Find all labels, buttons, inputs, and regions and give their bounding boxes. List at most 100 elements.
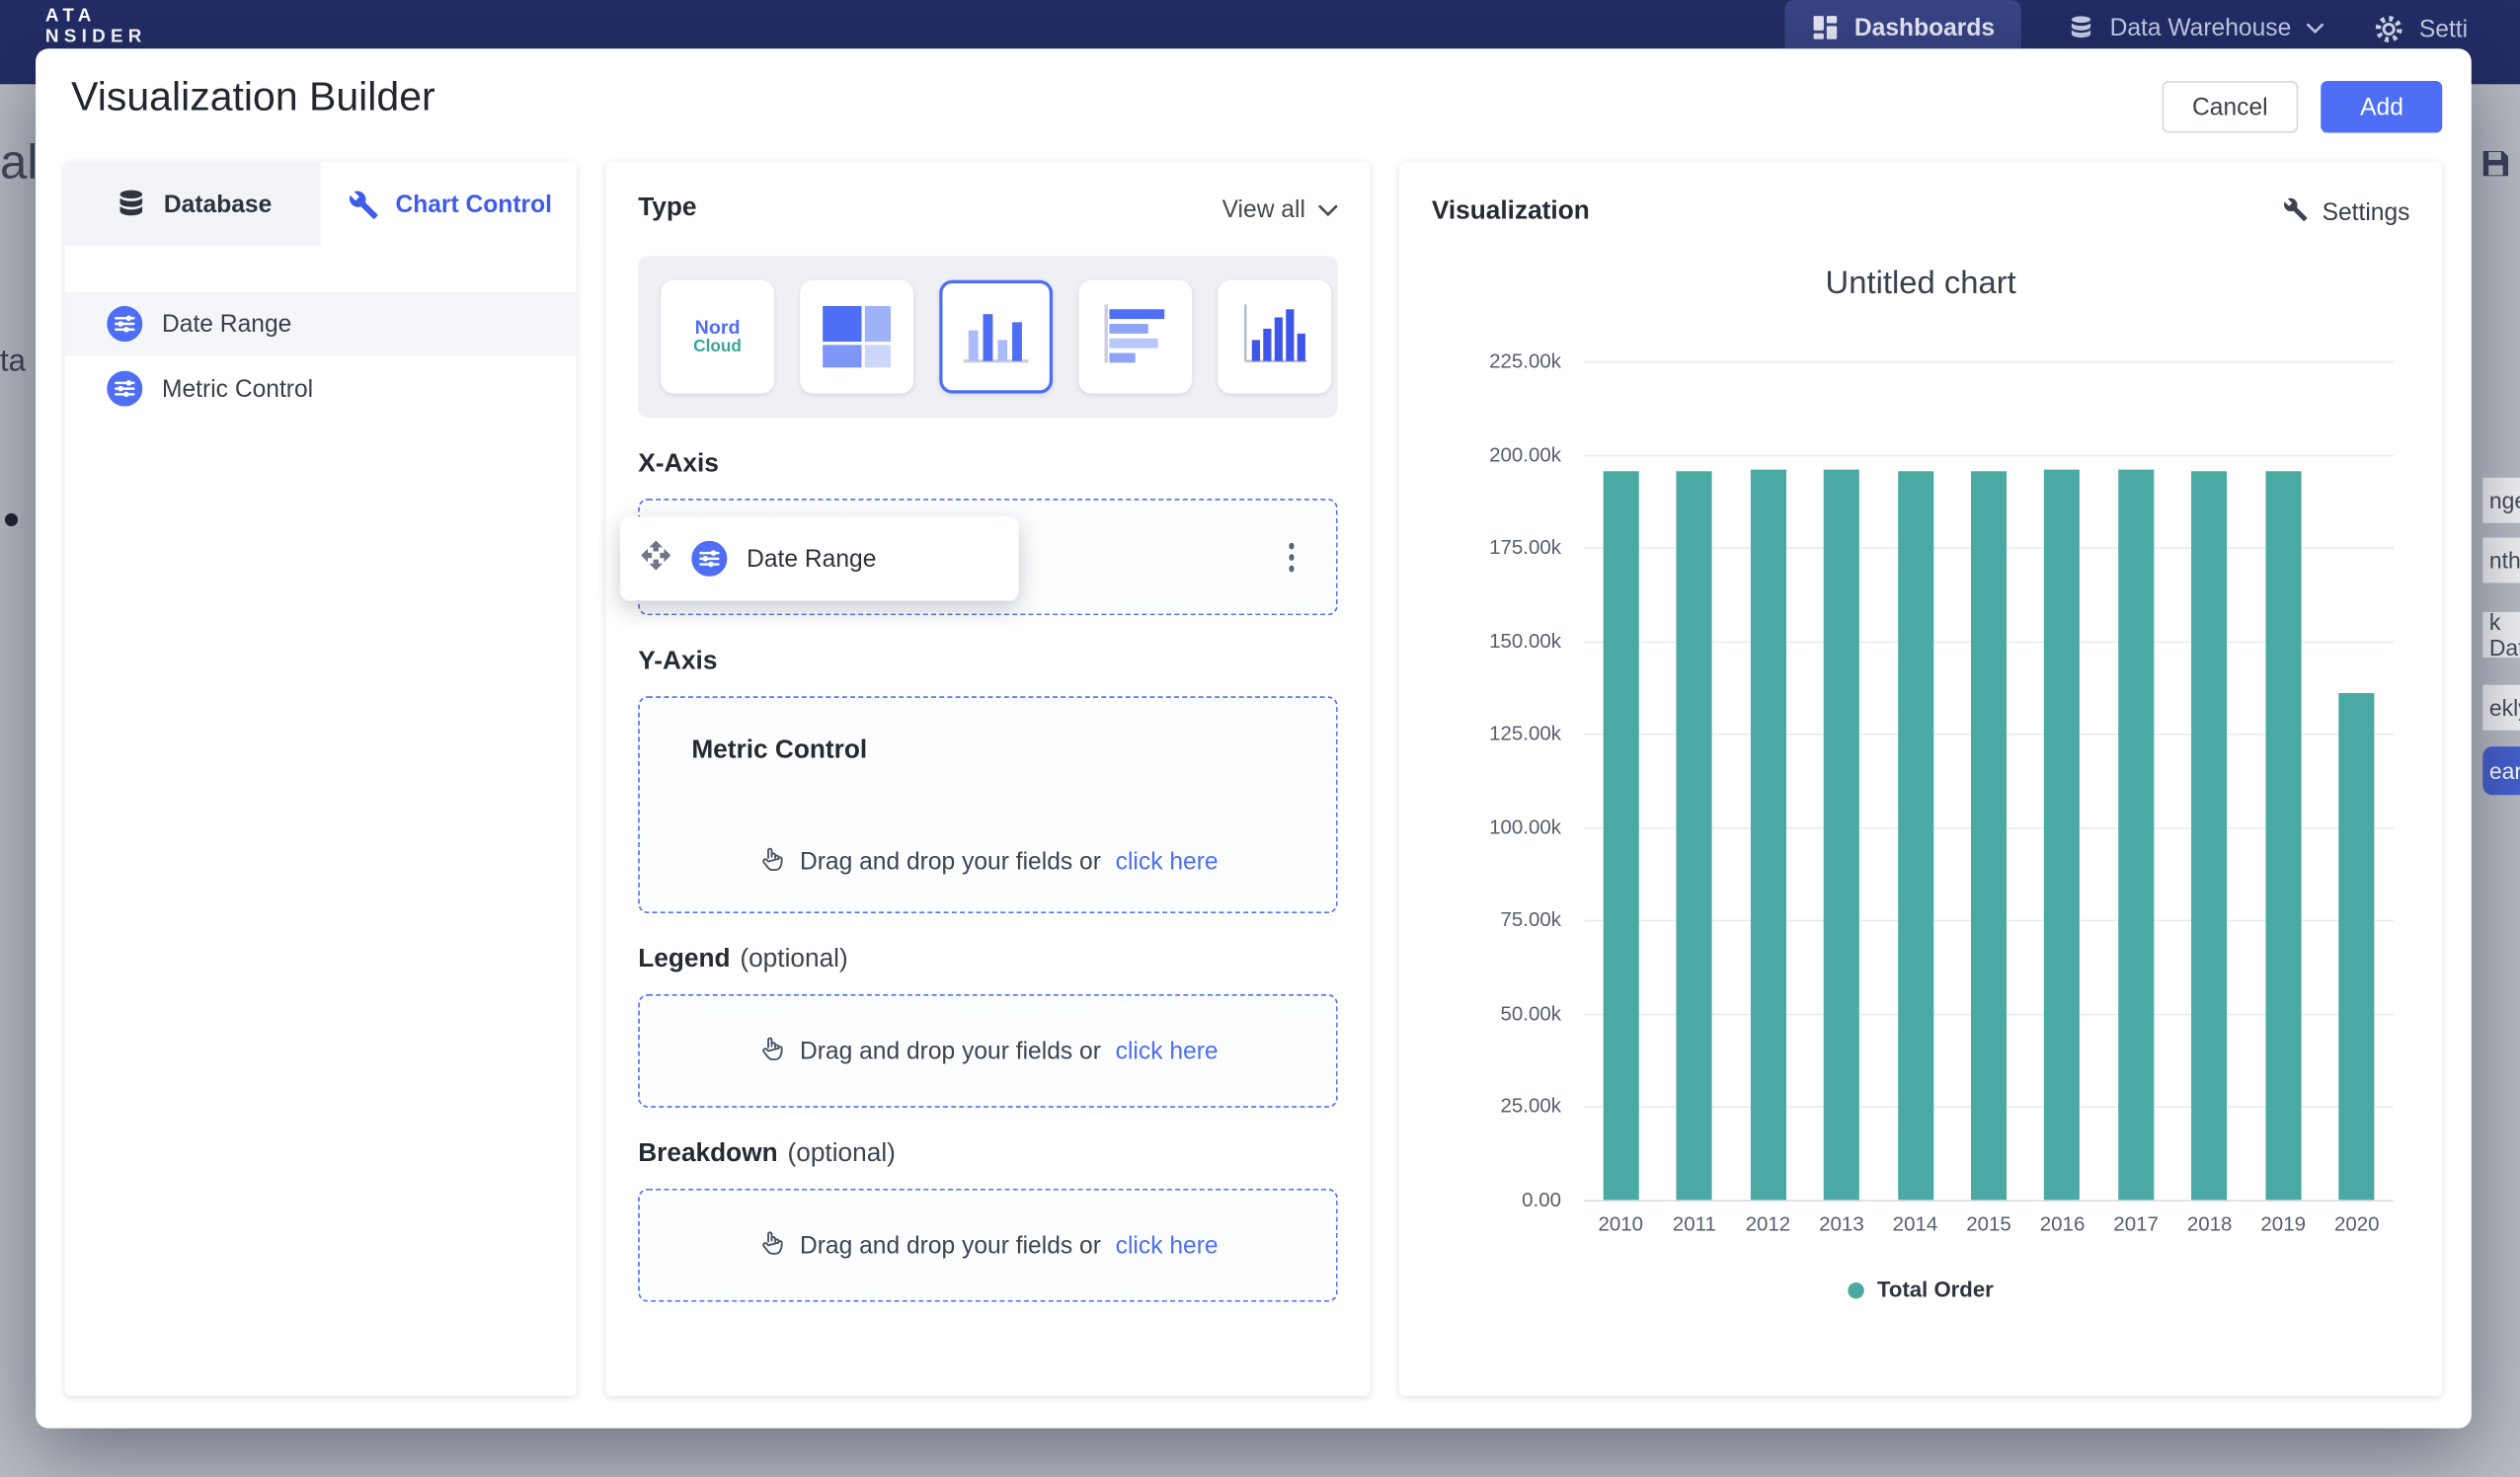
x-axis-tick-label: 2010 [1584,1212,1658,1235]
nav-data-warehouse[interactable]: Data Warehouse [2063,0,2326,55]
gridline [1584,1200,2394,1202]
move-handle-icon[interactable] [640,539,672,578]
chart-type-thumb-treemap[interactable] [800,280,913,394]
drag-drop-text: Drag and drop your fields or [800,1037,1101,1064]
bar-2013 [1824,470,1859,1200]
backdrop-text-fragment: al [0,136,38,192]
bar-2010 [1603,472,1638,1201]
bar-2014 [1897,472,1932,1201]
chart-type-thumb-histogram[interactable] [1218,280,1331,394]
tab-database-label: Database [164,191,272,218]
page: ATA NSIDER Dashboards Data Warehouse Set… [0,0,2520,1477]
y-axis-tick-label: 225.00k [1489,350,1561,372]
bar-2017 [2118,470,2154,1200]
settings-button[interactable]: Settings [2280,194,2410,230]
legend-drop-zone[interactable]: Drag and drop your fields or click here [638,994,1338,1108]
word-cloud-word: Nord [695,317,741,339]
tab-chart-control[interactable]: Chart Control [321,162,577,246]
x-axis-heading: X-Axis [638,450,1338,480]
drag-hand-icon [757,1228,785,1262]
chart-builder-panel: Type View all Nord Cloud [605,162,1370,1396]
settings-label: Settings [2323,198,2410,226]
backdrop-bullet-dot [5,513,18,526]
word-cloud-word: Cloud [693,338,742,356]
y-axis-drop-zone[interactable]: Metric Control Drag and drop your fields… [638,696,1338,913]
backdrop-panel-fragment: nthly [2482,538,2520,583]
legend-heading-label: Legend [638,946,730,973]
visualization-heading: Visualization [1432,197,1590,227]
fields-panel-tabs: Database Chart Control [65,162,577,246]
warehouse-database-icon [2066,13,2095,42]
type-heading: Type [638,194,696,224]
chart-type-thumb-bar[interactable] [1078,280,1192,394]
legend-dot [1849,1282,1864,1297]
y-axis-tick-label: 150.00k [1489,629,1561,652]
nav-settings-label: Setti [2419,16,2468,43]
bar-2012 [1750,469,1785,1200]
click-here-link[interactable]: click here [1116,848,1219,876]
breakdown-drop-zone[interactable]: Drag and drop your fields or click here [638,1189,1338,1302]
chevron-down-icon [1318,195,1338,223]
visualization-panel: Visualization Settings Untitled chart 22… [1399,162,2442,1396]
backdrop-panel-fragment: ekly [2482,685,2520,731]
cancel-button[interactable]: Cancel [2162,81,2299,132]
x-axis-tick-label: 2016 [2025,1212,2099,1235]
backdrop-panel-fragment: k Date [2482,612,2520,658]
control-sliders-icon [107,371,142,407]
bar-slot [1731,361,1805,1201]
backdrop-year-button-fragment[interactable]: ear [2482,746,2520,795]
more-menu-icon[interactable] [1282,536,1300,578]
control-sliders-icon [691,541,727,577]
treemap-icon [823,306,891,367]
chart-type-strip: Nord Cloud [638,256,1338,418]
y-axis-tick-label: 75.00k [1501,909,1562,932]
nav-dashboards[interactable]: Dashboards [1784,0,2020,55]
field-metric-control[interactable]: Metric Control [65,356,577,422]
nav-dashboards-label: Dashboards [1854,14,1995,41]
field-date-range[interactable]: Date Range [65,291,577,356]
x-axis-drop-zone[interactable]: Date Range [638,499,1338,615]
save-icon[interactable] [2478,146,2513,190]
y-axis-tick-label: 100.00k [1489,816,1561,838]
y-axis-tick-label: 175.00k [1489,536,1561,559]
x-axis-tick-label: 2020 [2320,1212,2394,1235]
y-axis-tick-label: 25.00k [1501,1095,1562,1118]
y-axis-tick-label: 50.00k [1501,1002,1562,1025]
bar-slot [1584,361,1658,1201]
bar-2011 [1677,471,1712,1201]
visualization-builder-modal: Visualization Builder Cancel Add Databas… [36,48,2472,1428]
chart-plot: 225.00k200.00k175.00k150.00k125.00k100.0… [1432,361,2410,1201]
bar-2020 [2339,693,2375,1200]
view-all-label: View all [1222,195,1305,223]
drag-drop-text: Drag and drop your fields or [800,1231,1101,1259]
x-axis-tick-label: 2015 [1952,1212,2026,1235]
bar-2018 [2192,472,2228,1201]
plot-area [1584,361,2394,1201]
bar-slot [1952,361,2026,1201]
view-all-dropdown[interactable]: View all [1222,195,1338,223]
x-axis-labels: 2010201120122013201420152016201720182019… [1584,1212,2394,1235]
tab-chart-control-label: Chart Control [395,191,552,218]
breakdown-heading-label: Breakdown [638,1140,777,1168]
modal-title: Visualization Builder [71,74,434,121]
date-range-chip[interactable]: Date Range [620,516,1018,600]
x-axis-tick-label: 2017 [2099,1212,2173,1235]
click-here-link[interactable]: click here [1116,1231,1219,1259]
settings-tools-icon [2280,194,2310,230]
add-button[interactable]: Add [2322,81,2443,132]
bar-2015 [1971,471,2007,1200]
logo-line1: ATA [45,7,147,28]
bar-slot [1658,361,1732,1201]
word-cloud-icon: Nord Cloud [693,317,742,357]
chart-type-thumb-column[interactable] [939,280,1053,394]
x-axis-tick-label: 2014 [1878,1212,1952,1235]
legend-item-total-order[interactable]: Total Order [1849,1278,1994,1302]
bar-slot [2320,361,2394,1201]
y-axis-tick-label: 0.00 [1522,1189,1561,1211]
chart-type-thumb-word-cloud[interactable]: Nord Cloud [661,280,774,394]
bar-slot [2172,361,2246,1201]
tab-database[interactable]: Database [65,162,321,246]
modal-actions: Cancel Add [2162,81,2442,132]
chevron-down-icon [2306,22,2323,33]
click-here-link[interactable]: click here [1116,1037,1219,1064]
